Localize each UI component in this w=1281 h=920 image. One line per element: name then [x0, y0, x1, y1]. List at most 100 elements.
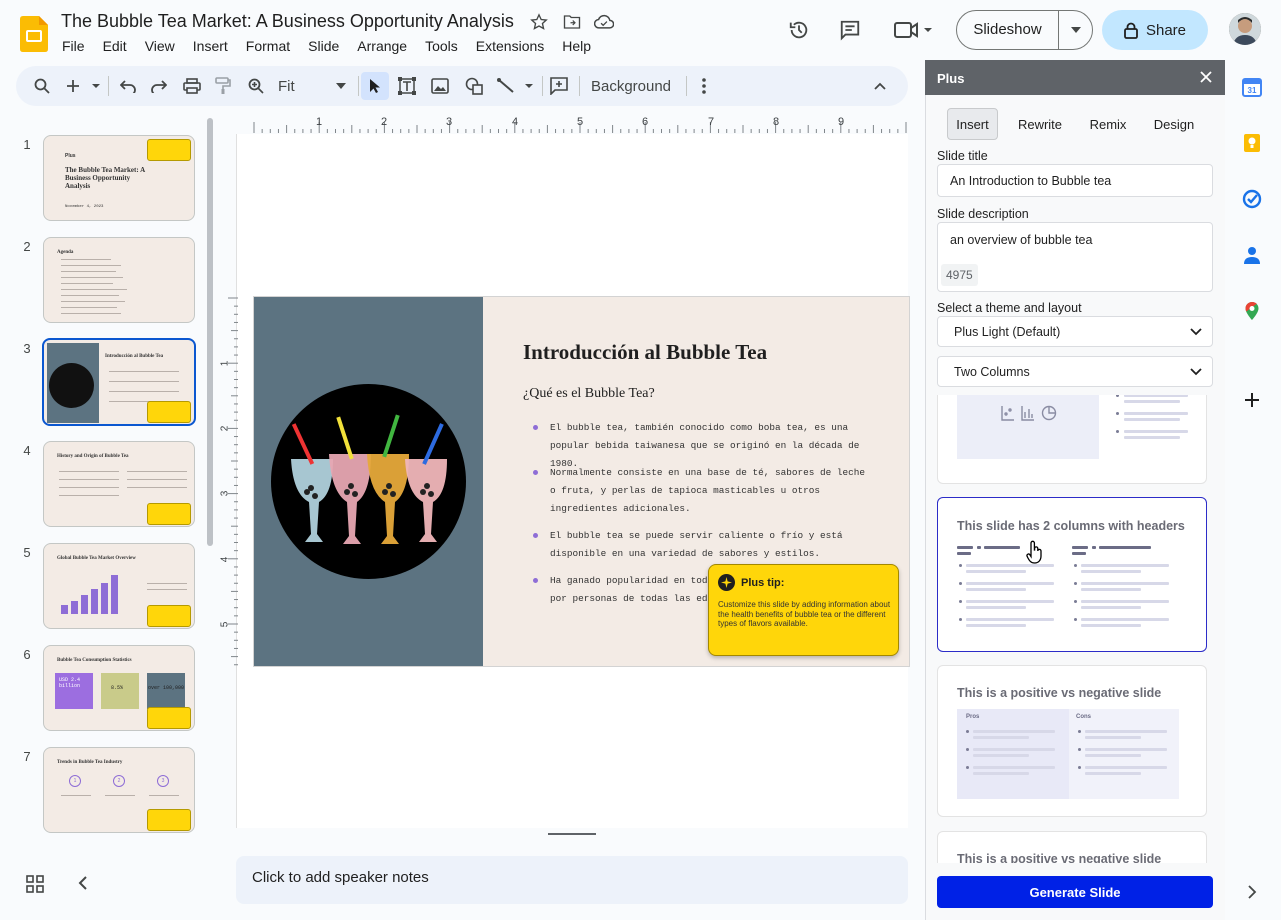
meet-video-icon[interactable] — [892, 18, 934, 42]
menu-arrange[interactable]: Arrange — [357, 38, 407, 54]
slide-thumbnail-2[interactable]: Agenda — [43, 237, 195, 323]
select-tool-icon[interactable] — [361, 72, 389, 100]
maps-icon[interactable] — [1242, 301, 1262, 321]
layout-select[interactable]: Two Columns — [937, 356, 1213, 387]
bubble-tea-image[interactable] — [271, 384, 466, 579]
menu-help[interactable]: Help — [562, 38, 591, 54]
slide-title-label: Slide title — [937, 149, 988, 163]
background-button[interactable]: Background — [586, 66, 676, 106]
ruler-label: 2 — [219, 425, 231, 432]
chart-icons — [1001, 405, 1057, 421]
comments-icon[interactable] — [838, 18, 862, 42]
slide-bullet[interactable]: Normalmente consiste en una base de té, … — [533, 464, 868, 518]
card-title: This slide has 2 columns with headers — [957, 519, 1185, 533]
paint-format-icon[interactable] — [211, 66, 235, 106]
slide-number: 7 — [23, 749, 31, 764]
ruler-label: 7 — [708, 116, 715, 128]
thumb-title: Introducción al Bubble Tea — [105, 354, 164, 359]
menu-tools[interactable]: Tools — [425, 38, 458, 54]
slide-thumbnail-3-selected[interactable]: Introducción al Bubble Tea — [42, 338, 196, 426]
collapse-toolbar-icon[interactable] — [868, 66, 892, 106]
plus-tip-note[interactable]: Plus tip: Customize this slide by adding… — [708, 564, 899, 656]
add-addon-icon[interactable] — [1242, 390, 1262, 410]
tasks-icon[interactable] — [1242, 189, 1262, 209]
add-comment-icon[interactable] — [547, 66, 571, 106]
lock-icon — [1124, 22, 1138, 39]
thumb-title: Agenda — [57, 250, 74, 255]
more-options-icon[interactable] — [694, 66, 714, 106]
account-avatar[interactable] — [1229, 13, 1261, 45]
slideshow-label[interactable]: Slideshow — [957, 11, 1059, 49]
close-icon[interactable] — [1199, 70, 1213, 89]
zoom-icon[interactable] — [244, 66, 268, 106]
thumb-step-1: 1 — [69, 775, 81, 787]
slide-thumbnail-6[interactable]: Bubble Tea Consumption Statistics USD 2.… — [43, 645, 195, 731]
slideshow-dropdown-icon[interactable] — [1059, 27, 1092, 33]
ruler-label: 4 — [219, 556, 231, 563]
share-label: Share — [1145, 21, 1187, 39]
line-tool-icon[interactable] — [496, 66, 536, 106]
star-icon[interactable] — [527, 10, 551, 34]
grid-view-icon[interactable] — [26, 875, 44, 898]
slide-subtitle[interactable]: ¿Qué es el Bubble Tea? — [523, 386, 655, 402]
redo-icon[interactable] — [147, 66, 171, 106]
tab-design[interactable]: Design — [1146, 108, 1202, 140]
slide-title-input[interactable]: An Introduction to Bubble tea — [937, 164, 1213, 197]
slideshow-button[interactable]: Slideshow — [956, 10, 1093, 50]
slide-thumbnail-4[interactable]: History and Origin of Bubble Tea — [43, 441, 195, 527]
menu-view[interactable]: View — [145, 38, 175, 54]
menu-edit[interactable]: Edit — [103, 38, 127, 54]
slide-description-textarea[interactable]: an overview of bubble tea — [937, 222, 1213, 292]
menu-file[interactable]: File — [62, 38, 85, 54]
layout-card-two-columns-headers[interactable]: This slide has 2 columns with headers — [937, 497, 1207, 652]
slide-title[interactable]: Introducción al Bubble Tea — [523, 340, 767, 365]
slide-thumbnail-5[interactable]: Global Bubble Tea Market Overview — [43, 543, 195, 629]
collapse-filmstrip-icon[interactable] — [76, 875, 90, 896]
menu-extensions[interactable]: Extensions — [476, 38, 544, 54]
keep-icon[interactable] — [1242, 133, 1262, 153]
slide-thumbnail-1[interactable]: Plus The Bubble Tea Market: A Business O… — [43, 135, 195, 221]
filmstrip-scrollbar[interactable] — [207, 118, 213, 546]
pros-label: Pros — [966, 714, 980, 720]
ruler-label: 1 — [219, 360, 231, 367]
tab-rewrite[interactable]: Rewrite — [1010, 108, 1070, 140]
menu-format[interactable]: Format — [246, 38, 290, 54]
slide-thumbnail-7[interactable]: Trends in Bubble Tea Industry 1 2 3 — [43, 747, 195, 833]
print-icon[interactable] — [180, 66, 204, 106]
search-menus-icon[interactable] — [30, 66, 54, 106]
move-to-folder-icon[interactable] — [560, 10, 584, 34]
tab-remix[interactable]: Remix — [1080, 108, 1136, 140]
notes-resize-handle[interactable] — [548, 833, 596, 835]
layout-card-pros-cons[interactable]: This is a positive vs negative slide Pro… — [937, 665, 1207, 817]
share-button[interactable]: Share — [1102, 10, 1208, 50]
new-slide-icon[interactable] — [64, 66, 102, 106]
document-title[interactable]: The Bubble Tea Market: A Business Opport… — [61, 11, 514, 32]
generate-slide-button[interactable]: Generate Slide — [937, 876, 1213, 908]
slides-logo-icon[interactable] — [20, 16, 48, 52]
undo-icon[interactable] — [116, 66, 140, 106]
cloud-saved-icon[interactable] — [592, 10, 616, 34]
slide-bullet[interactable]: El bubble tea se puede servir caliente o… — [533, 527, 868, 563]
layout-options-list[interactable]: This slide has 2 columns with headers Th… — [925, 395, 1225, 863]
speaker-notes[interactable]: Click to add speaker notes — [236, 856, 908, 904]
layout-card-chart[interactable] — [937, 395, 1207, 484]
menu-bar: File Edit View Insert Format Slide Arran… — [62, 38, 609, 54]
expand-panel-icon[interactable] — [1242, 883, 1262, 903]
slide-description-label: Slide description — [937, 207, 1029, 221]
text-box-icon[interactable] — [395, 66, 419, 106]
version-history-icon[interactable] — [787, 18, 811, 42]
menu-insert[interactable]: Insert — [193, 38, 228, 54]
calendar-icon[interactable]: 31 — [1242, 77, 1262, 97]
theme-select[interactable]: Plus Light (Default) — [937, 316, 1213, 347]
ruler-h-labels: 1 2 3 4 5 6 7 8 9 — [236, 116, 908, 134]
insert-image-icon[interactable] — [428, 66, 452, 106]
menu-slide[interactable]: Slide — [308, 38, 339, 54]
ruler-v-labels: 1 2 3 4 5 — [219, 296, 234, 666]
zoom-select[interactable]: Fit — [276, 66, 348, 106]
tab-insert[interactable]: Insert — [947, 108, 998, 140]
layout-card-pros-cons-2[interactable]: This is a positive vs negative slide — [937, 831, 1207, 863]
contacts-icon[interactable] — [1242, 245, 1262, 265]
shape-icon[interactable] — [462, 66, 486, 106]
theme-value: Plus Light (Default) — [954, 324, 1061, 339]
sparkle-icon — [718, 574, 735, 591]
